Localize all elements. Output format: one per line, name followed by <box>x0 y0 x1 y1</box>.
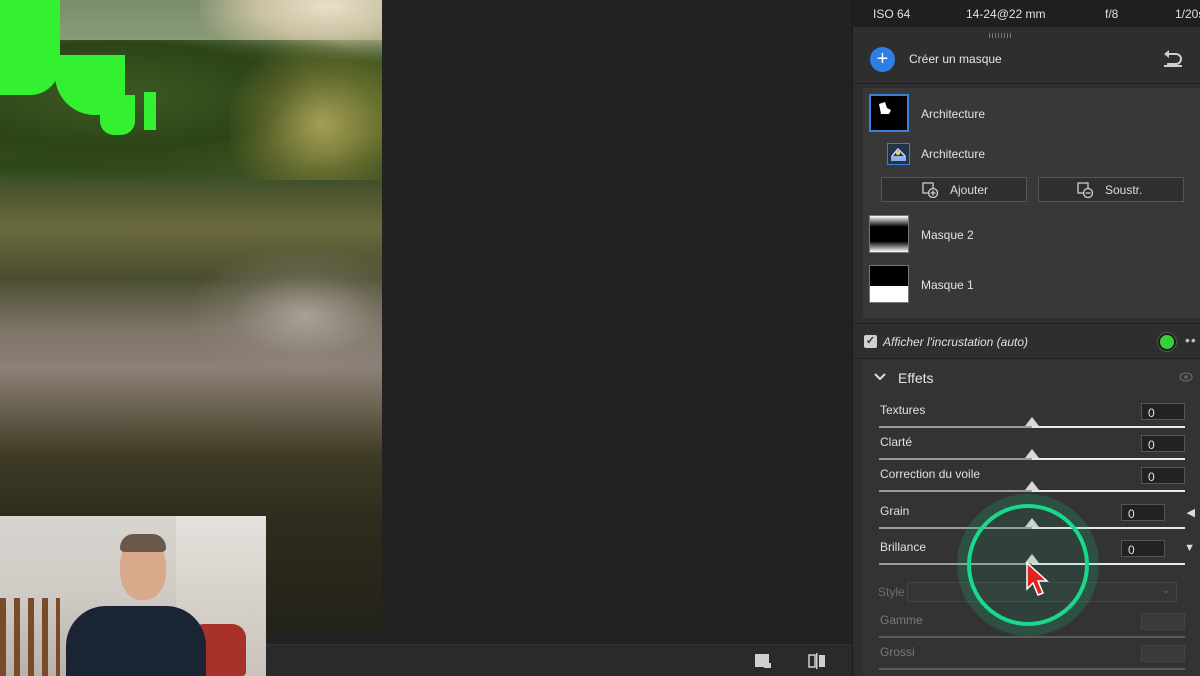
grossi-slider[interactable]: Grossi <box>863 645 1200 676</box>
grain-expand-icon[interactable]: ◀ <box>1187 506 1195 519</box>
webcam-person-body <box>66 606 206 676</box>
sub-mask-name-architecture[interactable]: Architecture <box>921 147 985 161</box>
textures-label: Textures <box>880 403 926 417</box>
architecture-subject-icon[interactable] <box>887 143 910 165</box>
mask-thumbnail-masque-2[interactable] <box>869 215 909 253</box>
textures-track[interactable] <box>879 417 1185 428</box>
mask-overlay <box>144 92 156 130</box>
subtract-mask-icon <box>1077 182 1093 198</box>
brillance-collapse-icon[interactable]: ▼ <box>1184 542 1195 554</box>
mask-thumbnail-masque-1[interactable] <box>869 265 909 303</box>
webcam-overlay <box>0 516 266 676</box>
mask-name-architecture[interactable]: Architecture <box>921 107 985 121</box>
correction-voile-label: Correction du voile <box>880 467 981 481</box>
add-to-mask-label: Ajouter <box>950 183 989 197</box>
add-to-mask-button[interactable]: Ajouter <box>881 177 1027 202</box>
exif-iso: ISO 64 <box>873 7 911 21</box>
exif-lens: 14-24@22 mm <box>966 7 1046 21</box>
gamme-label: Gamme <box>880 613 923 627</box>
grain-label: Grain <box>880 504 910 518</box>
reset-icon[interactable] <box>1163 50 1183 68</box>
create-mask-button[interactable]: + <box>870 47 895 72</box>
mask-overlay <box>0 0 60 95</box>
grossi-label: Grossi <box>880 645 915 659</box>
subtract-from-mask-label: Soustr. <box>1105 183 1143 197</box>
textures-knob[interactable] <box>1025 417 1039 426</box>
clarte-slider[interactable]: Clarté 0 <box>863 435 1200 467</box>
single-view-icon[interactable] <box>754 653 772 669</box>
gamme-value[interactable] <box>1141 613 1185 630</box>
gamme-track[interactable] <box>879 636 1185 638</box>
overlay-toggle-row: ✓ Afficher l'incrustation (auto) •• <box>853 323 1200 359</box>
create-mask-label[interactable]: Créer un masque <box>909 52 1002 66</box>
exif-bar: ISO 64 14-24@22 mm f/8 1/20s <box>853 0 1200 27</box>
webcam-stair-rail <box>0 598 60 676</box>
photo-water-reflection <box>190 250 382 380</box>
chevron-down-icon[interactable] <box>874 372 886 382</box>
overlay-checkbox[interactable]: ✓ <box>864 335 877 348</box>
correction-voile-slider[interactable]: Correction du voile 0 <box>863 467 1200 499</box>
mask-overlay <box>100 95 135 135</box>
exif-aperture: f/8 <box>1105 7 1119 21</box>
textures-slider[interactable]: Textures 0 <box>863 403 1200 435</box>
overlay-color-swatch[interactable] <box>1158 333 1176 351</box>
style-label: Style <box>878 585 905 599</box>
effects-header[interactable]: Effets <box>863 360 1200 396</box>
clarte-track[interactable] <box>879 449 1185 460</box>
mask-name-masque-1[interactable]: Masque 1 <box>921 278 974 292</box>
clarte-value[interactable]: 0 <box>1141 435 1185 452</box>
correction-voile-knob[interactable] <box>1025 481 1039 490</box>
mask-list: Architecture Architecture Ajouter Soustr… <box>863 88 1200 318</box>
chevron-down-icon: ⌄ <box>1161 585 1170 596</box>
photo-sun-glow <box>230 40 382 180</box>
effects-title: Effets <box>898 370 934 386</box>
mask-shape-icon <box>879 102 891 114</box>
mask-thumbnail-architecture[interactable] <box>869 94 909 132</box>
panel-resize-grip[interactable] <box>989 33 1011 38</box>
more-options-icon[interactable]: •• <box>1185 332 1197 348</box>
canvas-bottom-toolbar <box>266 644 852 676</box>
eye-icon[interactable] <box>1179 372 1193 382</box>
textures-value[interactable]: 0 <box>1141 403 1185 420</box>
brillance-label: Brillance <box>880 540 927 554</box>
clarte-label: Clarté <box>880 435 913 449</box>
subtract-from-mask-button[interactable]: Soustr. <box>1038 177 1184 202</box>
correction-voile-track[interactable] <box>879 481 1185 492</box>
grossi-value[interactable] <box>1141 645 1185 662</box>
webcam-person-hair <box>120 534 166 552</box>
mouse-cursor-icon <box>1026 561 1049 596</box>
mask-name-masque-2[interactable]: Masque 2 <box>921 228 974 242</box>
architecture-icon <box>891 147 906 161</box>
add-mask-icon <box>922 182 938 198</box>
grossi-track[interactable] <box>879 668 1185 670</box>
correction-voile-value[interactable]: 0 <box>1141 467 1185 484</box>
create-mask-row: + Créer un masque <box>853 40 1200 84</box>
exif-shutter: 1/20s <box>1175 7 1200 21</box>
compare-view-icon[interactable] <box>808 653 826 669</box>
grain-value[interactable]: 0 <box>1121 504 1165 521</box>
brillance-value[interactable]: 0 <box>1121 540 1165 557</box>
overlay-label[interactable]: Afficher l'incrustation (auto) <box>883 335 1028 349</box>
clarte-knob[interactable] <box>1025 449 1039 458</box>
